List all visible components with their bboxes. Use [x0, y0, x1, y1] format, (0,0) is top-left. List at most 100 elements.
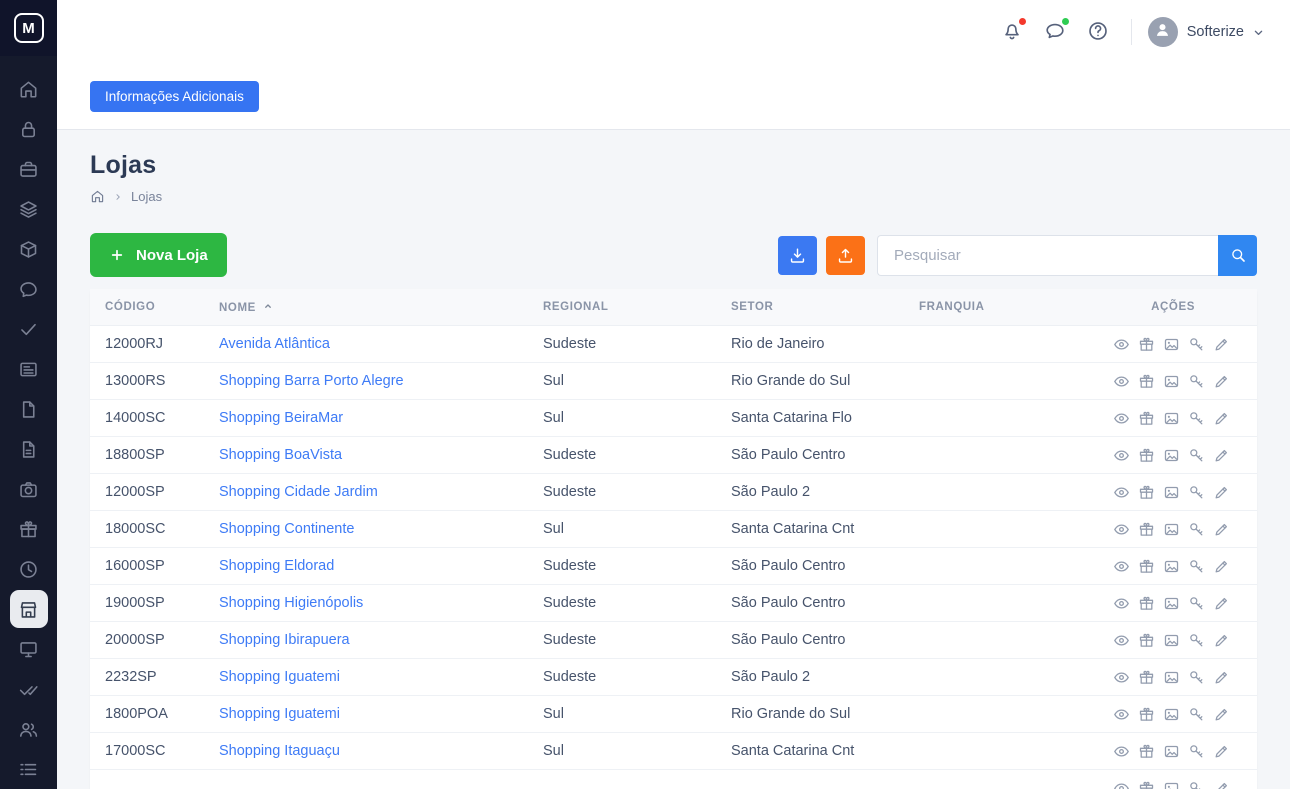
- gift-icon[interactable]: [1138, 447, 1155, 464]
- key-icon[interactable]: [1188, 743, 1205, 760]
- image-icon[interactable]: [1163, 743, 1180, 760]
- key-icon[interactable]: [1188, 410, 1205, 427]
- gift-icon[interactable]: [1138, 595, 1155, 612]
- download-button[interactable]: [778, 236, 817, 275]
- key-icon[interactable]: [1188, 484, 1205, 501]
- sidebar-item-clock[interactable]: [0, 549, 57, 589]
- delete-icon[interactable]: [1238, 632, 1255, 649]
- store-link[interactable]: Shopping Barra Porto Alegre: [219, 373, 404, 389]
- store-link[interactable]: Shopping Itaguaçu: [219, 743, 340, 759]
- edit-icon[interactable]: [1213, 558, 1230, 575]
- key-icon[interactable]: [1188, 780, 1205, 789]
- image-icon[interactable]: [1163, 558, 1180, 575]
- delete-icon[interactable]: [1238, 743, 1255, 760]
- gift-icon[interactable]: [1138, 521, 1155, 538]
- edit-icon[interactable]: [1213, 410, 1230, 427]
- image-icon[interactable]: [1163, 780, 1180, 789]
- store-link[interactable]: Shopping Iguatemi: [219, 669, 340, 685]
- sidebar-item-layers[interactable]: [0, 189, 57, 229]
- column-setor[interactable]: SETOR: [731, 289, 919, 326]
- sidebar-item-camera[interactable]: [0, 469, 57, 509]
- view-icon[interactable]: [1113, 521, 1130, 538]
- view-icon[interactable]: [1113, 558, 1130, 575]
- sidebar-item-file[interactable]: [0, 389, 57, 429]
- notifications-button[interactable]: [997, 16, 1027, 49]
- key-icon[interactable]: [1188, 521, 1205, 538]
- store-link[interactable]: Shopping Ibirapuera: [219, 632, 350, 648]
- search-input[interactable]: [877, 235, 1218, 276]
- sidebar-item-chat[interactable]: [0, 269, 57, 309]
- additional-info-button[interactable]: Informações Adicionais: [90, 81, 259, 112]
- sidebar-item-check[interactable]: [0, 309, 57, 349]
- sidebar-item-briefcase[interactable]: [0, 149, 57, 189]
- image-icon[interactable]: [1163, 447, 1180, 464]
- store-link[interactable]: Shopping Cidade Jardim: [219, 484, 378, 500]
- column-nome[interactable]: NOME: [219, 289, 543, 326]
- key-icon[interactable]: [1188, 447, 1205, 464]
- edit-icon[interactable]: [1213, 336, 1230, 353]
- sidebar-item-gift[interactable]: [0, 509, 57, 549]
- edit-icon[interactable]: [1213, 447, 1230, 464]
- gift-icon[interactable]: [1138, 373, 1155, 390]
- image-icon[interactable]: [1163, 410, 1180, 427]
- image-icon[interactable]: [1163, 336, 1180, 353]
- key-icon[interactable]: [1188, 558, 1205, 575]
- edit-icon[interactable]: [1213, 373, 1230, 390]
- store-link[interactable]: Shopping BeiraMar: [219, 410, 343, 426]
- gift-icon[interactable]: [1138, 706, 1155, 723]
- user-menu[interactable]: Softerize: [1148, 17, 1266, 47]
- gift-icon[interactable]: [1138, 484, 1155, 501]
- store-link[interactable]: Shopping Continente: [219, 521, 354, 537]
- edit-icon[interactable]: [1213, 706, 1230, 723]
- gift-icon[interactable]: [1138, 558, 1155, 575]
- view-icon[interactable]: [1113, 669, 1130, 686]
- view-icon[interactable]: [1113, 373, 1130, 390]
- view-icon[interactable]: [1113, 595, 1130, 612]
- edit-icon[interactable]: [1213, 669, 1230, 686]
- delete-icon[interactable]: [1238, 780, 1255, 789]
- view-icon[interactable]: [1113, 780, 1130, 789]
- image-icon[interactable]: [1163, 595, 1180, 612]
- messages-button[interactable]: [1040, 16, 1070, 49]
- key-icon[interactable]: [1188, 632, 1205, 649]
- image-icon[interactable]: [1163, 484, 1180, 501]
- store-link[interactable]: Shopping Eldorad: [219, 558, 334, 574]
- delete-icon[interactable]: [1238, 595, 1255, 612]
- gift-icon[interactable]: [1138, 410, 1155, 427]
- column-regional[interactable]: REGIONAL: [543, 289, 731, 326]
- view-icon[interactable]: [1113, 336, 1130, 353]
- sidebar-item-list[interactable]: [0, 749, 57, 789]
- view-icon[interactable]: [1113, 706, 1130, 723]
- sidebar-item-users[interactable]: [0, 709, 57, 749]
- key-icon[interactable]: [1188, 595, 1205, 612]
- store-link[interactable]: Shopping Higienópolis: [219, 595, 363, 611]
- delete-icon[interactable]: [1238, 484, 1255, 501]
- view-icon[interactable]: [1113, 484, 1130, 501]
- search-button[interactable]: [1218, 235, 1257, 276]
- edit-icon[interactable]: [1213, 780, 1230, 789]
- view-icon[interactable]: [1113, 447, 1130, 464]
- delete-icon[interactable]: [1238, 373, 1255, 390]
- gift-icon[interactable]: [1138, 336, 1155, 353]
- key-icon[interactable]: [1188, 706, 1205, 723]
- key-icon[interactable]: [1188, 336, 1205, 353]
- breadcrumb-home-icon[interactable]: [90, 189, 105, 204]
- edit-icon[interactable]: [1213, 743, 1230, 760]
- view-icon[interactable]: [1113, 743, 1130, 760]
- key-icon[interactable]: [1188, 373, 1205, 390]
- help-button[interactable]: [1083, 16, 1113, 49]
- delete-icon[interactable]: [1238, 447, 1255, 464]
- sidebar-item-news[interactable]: [0, 349, 57, 389]
- sidebar-item-monitor[interactable]: [0, 629, 57, 669]
- store-link[interactable]: Shopping BoaVista: [219, 447, 342, 463]
- gift-icon[interactable]: [1138, 780, 1155, 789]
- app-logo[interactable]: M: [0, 0, 57, 56]
- gift-icon[interactable]: [1138, 743, 1155, 760]
- gift-icon[interactable]: [1138, 669, 1155, 686]
- new-store-button[interactable]: Nova Loja: [90, 233, 227, 277]
- sidebar-item-checks[interactable]: [0, 669, 57, 709]
- sidebar-item-package[interactable]: [0, 229, 57, 269]
- edit-icon[interactable]: [1213, 595, 1230, 612]
- view-icon[interactable]: [1113, 632, 1130, 649]
- delete-icon[interactable]: [1238, 410, 1255, 427]
